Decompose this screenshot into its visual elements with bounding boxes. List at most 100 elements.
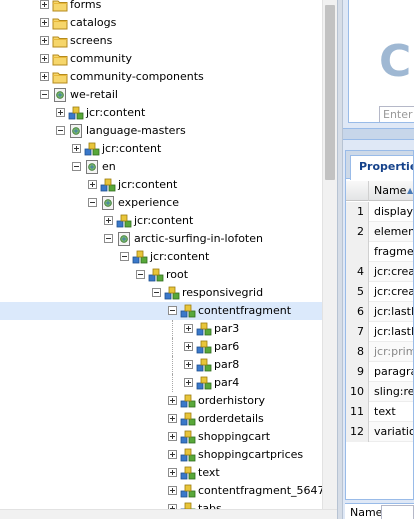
tree-node[interactable]: jcr:content	[0, 140, 322, 158]
tree-node-label[interactable]: jcr:content	[150, 248, 209, 266]
expand-icon[interactable]	[168, 432, 177, 441]
tree-node-label[interactable]: jcr:content	[118, 176, 177, 194]
property-row[interactable]: 7 jcr:lastM	[346, 322, 413, 342]
tree-node-label[interactable]: orderhistory	[198, 392, 265, 410]
tree-node-label[interactable]: text	[198, 464, 220, 482]
collapse-icon[interactable]	[136, 270, 145, 279]
tree-node[interactable]: contentfragment	[0, 302, 322, 320]
expand-icon[interactable]	[168, 396, 177, 405]
expand-icon[interactable]	[72, 144, 81, 153]
tree-node-label[interactable]: par6	[214, 338, 239, 356]
tree-node-label[interactable]: par4	[214, 374, 239, 392]
tree-node[interactable]: forms	[0, 0, 322, 14]
property-row[interactable]: 2 element	[346, 222, 413, 242]
expand-icon[interactable]	[168, 414, 177, 423]
tree-node-label[interactable]: shoppingcartprices	[198, 446, 303, 464]
tree-node-label[interactable]: language-masters	[86, 122, 186, 140]
tree-node[interactable]: text	[0, 464, 322, 482]
expand-icon[interactable]	[184, 378, 193, 387]
expand-icon[interactable]	[40, 36, 49, 45]
tree-node[interactable]: jcr:content	[0, 104, 322, 122]
tree-node-label[interactable]: en	[102, 158, 116, 176]
tree-node-label[interactable]: community-components	[70, 68, 204, 86]
property-row[interactable]: 1 displayM	[346, 202, 413, 222]
tree-node-label[interactable]: we-retail	[70, 86, 118, 104]
tree-node[interactable]: par8	[0, 356, 322, 374]
expand-icon[interactable]	[168, 468, 177, 477]
expand-icon[interactable]	[184, 342, 193, 351]
tree-node-label[interactable]: jcr:content	[86, 104, 145, 122]
tree-node[interactable]: screens	[0, 32, 322, 50]
tree-node-label[interactable]: catalogs	[70, 14, 116, 32]
property-row[interactable]: 10 sling:res	[346, 382, 413, 402]
tree-horizontal-scrollbar[interactable]	[0, 509, 337, 519]
expand-icon[interactable]	[56, 108, 65, 117]
tree-node[interactable]: par4	[0, 374, 322, 392]
tree-node-label[interactable]: contentfragment	[198, 302, 291, 320]
tree-node-label[interactable]: forms	[70, 0, 101, 14]
tree-node[interactable]: we-retail	[0, 86, 322, 104]
tree-node[interactable]: shoppingcartprices	[0, 446, 322, 464]
tree-node[interactable]: jcr:content	[0, 212, 322, 230]
tree-node[interactable]: en	[0, 158, 322, 176]
tree-node-label[interactable]: par8	[214, 356, 239, 374]
collapse-icon[interactable]	[152, 288, 161, 297]
expand-icon[interactable]	[40, 72, 49, 81]
expand-icon[interactable]	[184, 360, 193, 369]
property-row[interactable]: 4 jcr:creat	[346, 262, 413, 282]
tree-scrollbar-thumb[interactable]	[325, 5, 335, 180]
expand-icon[interactable]	[168, 450, 177, 459]
tree-node-label[interactable]: responsivegrid	[182, 284, 263, 302]
collapse-icon[interactable]	[56, 126, 65, 135]
sort-asc-icon[interactable]: ▲	[407, 186, 413, 195]
collapse-icon[interactable]	[88, 198, 97, 207]
tree-node-label[interactable]: shoppingcart	[198, 428, 270, 446]
tree-node[interactable]: root	[0, 266, 322, 284]
collapse-icon[interactable]	[40, 90, 49, 99]
tree-node[interactable]: experience	[0, 194, 322, 212]
property-row[interactable]: 12 variation	[346, 422, 413, 442]
tree-node[interactable]: par3	[0, 320, 322, 338]
expand-icon[interactable]	[40, 54, 49, 63]
tree-node-label[interactable]: community	[70, 50, 132, 68]
tree-node-label[interactable]: tabs	[198, 500, 222, 509]
tree-node-label[interactable]: screens	[70, 32, 112, 50]
property-row[interactable]: 6 jcr:lastM	[346, 302, 413, 322]
name-input[interactable]	[381, 505, 414, 519]
property-row[interactable]: 8 jcr:prima	[346, 342, 413, 362]
property-row[interactable]: fragmen	[346, 242, 413, 262]
expand-icon[interactable]	[168, 486, 177, 495]
tree-node-label[interactable]: contentfragment_564796	[198, 482, 337, 500]
tree-node-label[interactable]: root	[166, 266, 188, 284]
property-row[interactable]: 11 text	[346, 402, 413, 422]
tree-node-label[interactable]: experience	[118, 194, 179, 212]
search-input[interactable]: Enter s	[379, 106, 414, 122]
tree-node[interactable]: community	[0, 50, 322, 68]
expand-icon[interactable]	[104, 216, 113, 225]
tree-vertical-scrollbar[interactable]	[322, 0, 337, 509]
collapse-icon[interactable]	[120, 252, 129, 261]
tree-node[interactable]: tabs	[0, 500, 322, 509]
tree-node[interactable]: orderdetails	[0, 410, 322, 428]
expand-icon[interactable]	[184, 324, 193, 333]
tree-node[interactable]: par6	[0, 338, 322, 356]
tree-node[interactable]: jcr:content	[0, 248, 322, 266]
tab-properties[interactable]: Properties	[350, 155, 413, 180]
tree-node[interactable]: catalogs	[0, 14, 322, 32]
tree-node[interactable]: jcr:content	[0, 176, 322, 194]
tree-node[interactable]: responsivegrid	[0, 284, 322, 302]
tree-node-label[interactable]: par3	[214, 320, 239, 338]
expand-icon[interactable]	[88, 180, 97, 189]
tree-node-label[interactable]: jcr:content	[102, 140, 161, 158]
tree-node-label[interactable]: jcr:content	[134, 212, 193, 230]
collapse-icon[interactable]	[168, 306, 177, 315]
name-column-header[interactable]: Name	[374, 184, 406, 197]
tree-node[interactable]: contentfragment_564796	[0, 482, 337, 500]
tree-node-label[interactable]: orderdetails	[198, 410, 264, 428]
property-row[interactable]: 5 jcr:creat	[346, 282, 413, 302]
tree-node[interactable]: shoppingcart	[0, 428, 322, 446]
collapse-icon[interactable]	[104, 234, 113, 243]
tree-node[interactable]: arctic-surfing-in-lofoten	[0, 230, 322, 248]
expand-icon[interactable]	[40, 18, 49, 27]
tree-node[interactable]: language-masters	[0, 122, 322, 140]
